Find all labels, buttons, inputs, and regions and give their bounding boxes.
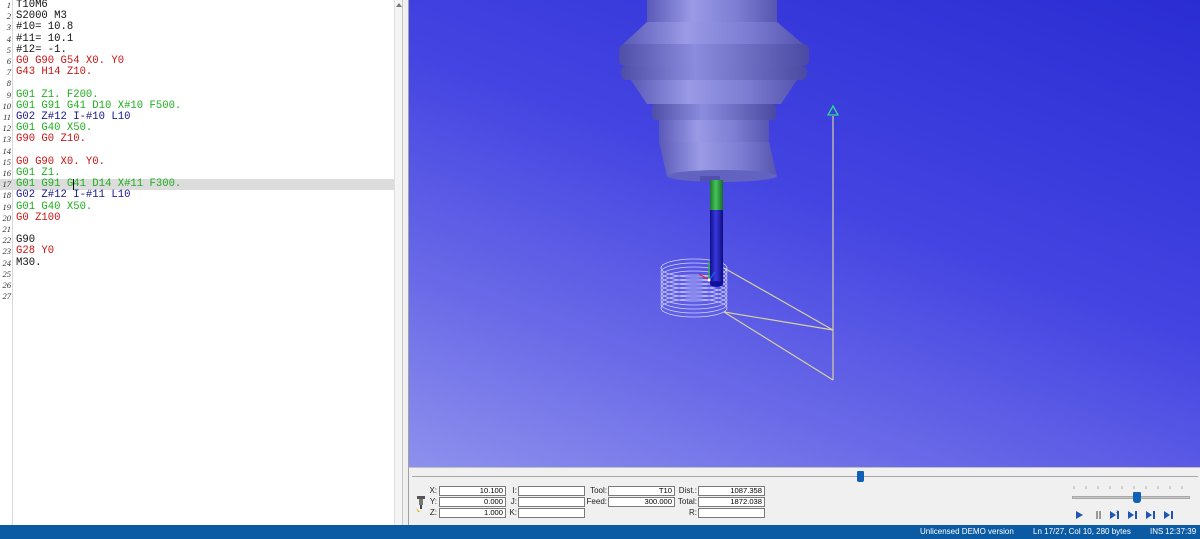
timeline-slider-thumb[interactable] [856, 471, 864, 482]
editor-vertical-scrollbar[interactable] [394, 0, 402, 525]
line-number: 3 [6, 22, 11, 33]
step-xyz-icon[interactable] [1163, 509, 1175, 521]
code-line-text: G0 Z100 [16, 211, 61, 224]
feed-label: Feed: [586, 497, 607, 506]
line-number: 23 [2, 246, 12, 257]
line-number: 27 [2, 291, 12, 302]
line-number: 4 [6, 33, 11, 44]
line-number: 2 [6, 11, 11, 22]
line-number: 7 [6, 67, 11, 78]
insert-mode-status: INS [1150, 527, 1164, 536]
y-label: Y: [429, 497, 437, 506]
line-number: 11 [3, 112, 11, 122]
code-line[interactable]: 25 [0, 269, 394, 280]
play-icon[interactable] [1073, 509, 1085, 521]
x-label: X: [429, 486, 437, 495]
code-line-text: G90 G0 Z10. [16, 133, 86, 146]
line-number: 25 [2, 268, 12, 279]
cursor-position-status: Ln 17/27, Col 10, 280 bytes [1033, 527, 1131, 536]
z-label: Z: [429, 508, 437, 517]
status-bar: Unlicensed DEMO version Ln 17/27, Col 10… [0, 525, 1200, 539]
y-readout: 0.000 [439, 497, 506, 507]
j-label: J: [510, 497, 517, 506]
step-into-icon[interactable]: Z [1109, 509, 1121, 521]
tool-readout: T10 [608, 486, 675, 496]
dist-label: Dist.: [678, 486, 697, 495]
line-number: 20 [2, 212, 12, 223]
code-line[interactable]: 8 [0, 78, 394, 89]
line-number: 6 [6, 56, 11, 66]
code-line[interactable]: 23 G28 Y0 [0, 246, 394, 257]
i-readout [518, 486, 585, 496]
code-line[interactable]: 20 G0 Z100 [0, 211, 394, 224]
line-number: 26 [2, 280, 12, 290]
line-number: 13 [2, 134, 12, 145]
dist-readout: 1087.358 [698, 486, 765, 496]
line-number: 21 [2, 224, 12, 234]
line-number: 18 [2, 190, 12, 201]
axis-marker-icon [826, 104, 840, 116]
code-line-text: G02 Z#12 I-#11 L10 [16, 189, 131, 202]
z-readout: 1.000 [439, 508, 506, 518]
r-label: R: [689, 508, 697, 517]
code-line[interactable]: 13 G90 G0 Z10. [0, 134, 394, 145]
clock-status: 12:37:39 [1165, 527, 1197, 536]
j-readout [518, 497, 585, 507]
code-line-text: M30. [16, 256, 42, 269]
total-readout: 1872.038 [698, 497, 765, 507]
scroll-up-arrow-icon[interactable] [396, 3, 402, 7]
code-line[interactable]: 22 G90 [0, 234, 394, 246]
line-number: 5 [6, 44, 11, 55]
line-number: 14 [2, 145, 12, 156]
code-line[interactable]: 21 [0, 224, 394, 235]
speed-slider-ticks [1073, 486, 1183, 489]
step-over-icon[interactable] [1127, 509, 1139, 521]
speed-slider-track[interactable] [1072, 496, 1190, 499]
line-number: 15 [2, 156, 12, 167]
line-number: 17 [2, 179, 12, 190]
step-z-icon[interactable] [1145, 509, 1157, 521]
cutter-shaft [710, 210, 723, 284]
i-label: I: [512, 486, 517, 495]
code-line[interactable]: 3 #10= 10.8 [0, 22, 394, 33]
speed-slider-thumb[interactable] [1132, 492, 1141, 503]
spindle-head [619, 0, 809, 182]
step-icon[interactable] [1092, 509, 1104, 521]
line-number: 12 [2, 123, 12, 134]
simulation-control-panel: X: 10.100 Y: 0.000 Z: 1.000 I: J: K: Too… [408, 467, 1200, 525]
line-number: 22 [2, 235, 12, 246]
license-status: Unlicensed DEMO version [920, 527, 1014, 536]
simulation-scene [619, 0, 840, 381]
line-number: 24 [2, 257, 12, 268]
x-readout: 10.100 [439, 486, 506, 496]
code-line-text: G43 H14 Z10. [16, 66, 93, 79]
code-line[interactable]: 26 [0, 280, 394, 291]
line-number: 16 [2, 168, 12, 178]
code-line[interactable]: 7 G43 H14 Z10. [0, 66, 394, 79]
feed-readout: 300.000 [608, 497, 675, 507]
code-line-text: #10= 10.8 [16, 21, 74, 34]
line-number: 1 [6, 0, 11, 10]
code-line-text: G28 Y0 [16, 245, 55, 258]
tool-holder [710, 180, 723, 210]
k-readout [518, 508, 585, 518]
total-label: Total: [677, 497, 697, 506]
code-line[interactable]: 27 [0, 291, 394, 302]
gcode-editor[interactable]: 1 T10M6 2 S2000 M3 3 #10= 10.8 4 #11= 10.1 5 #12=… [0, 0, 403, 525]
line-number: 9 [6, 89, 11, 100]
r-readout [698, 508, 765, 518]
code-line[interactable]: 18 G02 Z#12 I-#11 L10 [0, 190, 394, 201]
tool-label: Tool: [590, 486, 607, 495]
line-number: 8 [6, 78, 11, 89]
simulation-timeline[interactable] [412, 471, 1198, 477]
line-number: 10 [2, 100, 12, 111]
code-line[interactable]: 24 M30. [0, 256, 394, 269]
line-number: 19 [2, 201, 12, 212]
k-label: K: [509, 508, 517, 517]
simulation-3d-viewport[interactable] [408, 0, 1200, 467]
